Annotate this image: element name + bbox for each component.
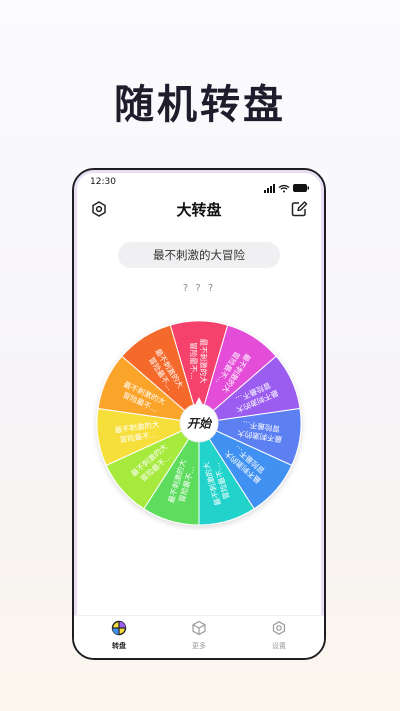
status-bar: 12:30 — [74, 176, 324, 193]
tab-bar: 转盘 更多 设置 — [74, 615, 324, 658]
result-text: ? ? ? — [182, 283, 216, 294]
wheel-icon — [111, 620, 127, 636]
wifi-icon — [278, 184, 290, 193]
tab-wheel[interactable]: 转盘 — [89, 620, 149, 651]
start-button-label: 开始 — [187, 417, 213, 431]
nav-bar: 大转盘 — [74, 196, 324, 222]
wheel-segment-text: 冒险最不… — [189, 342, 199, 380]
edit-icon[interactable] — [290, 200, 308, 218]
page-title: 大转盘 — [176, 201, 222, 219]
tab-label: 更多 — [192, 642, 206, 650]
prize-wheel[interactable]: 最不刺激的大 冒险最不… 最不刺激的大 冒险最不… 最不刺激的大 冒险最不… 最不刺激的大冒… — [74, 320, 324, 530]
tab-label: 转盘 — [112, 642, 126, 650]
phone-frame: 12:30 大转盘 最不刺激的大冒险 ? ? ? 最不刺激的大 冒险最不… 最不… — [72, 168, 326, 660]
status-icons — [264, 178, 310, 197]
wheel-segment-text: 最不刺激的大 — [199, 339, 209, 384]
cube-icon — [192, 620, 206, 636]
promo-headline: 随机转盘 — [114, 82, 286, 128]
tab-label: 设置 — [272, 642, 286, 650]
topic-selector[interactable]: 最不刺激的大冒险 — [118, 242, 280, 268]
signal-icon — [264, 184, 275, 193]
battery-icon — [293, 184, 309, 192]
tab-settings[interactable]: 设置 — [249, 620, 309, 651]
hexagon-settings-icon — [272, 621, 286, 635]
status-time: 12:30 — [90, 177, 116, 187]
tab-more[interactable]: 更多 — [169, 620, 229, 651]
